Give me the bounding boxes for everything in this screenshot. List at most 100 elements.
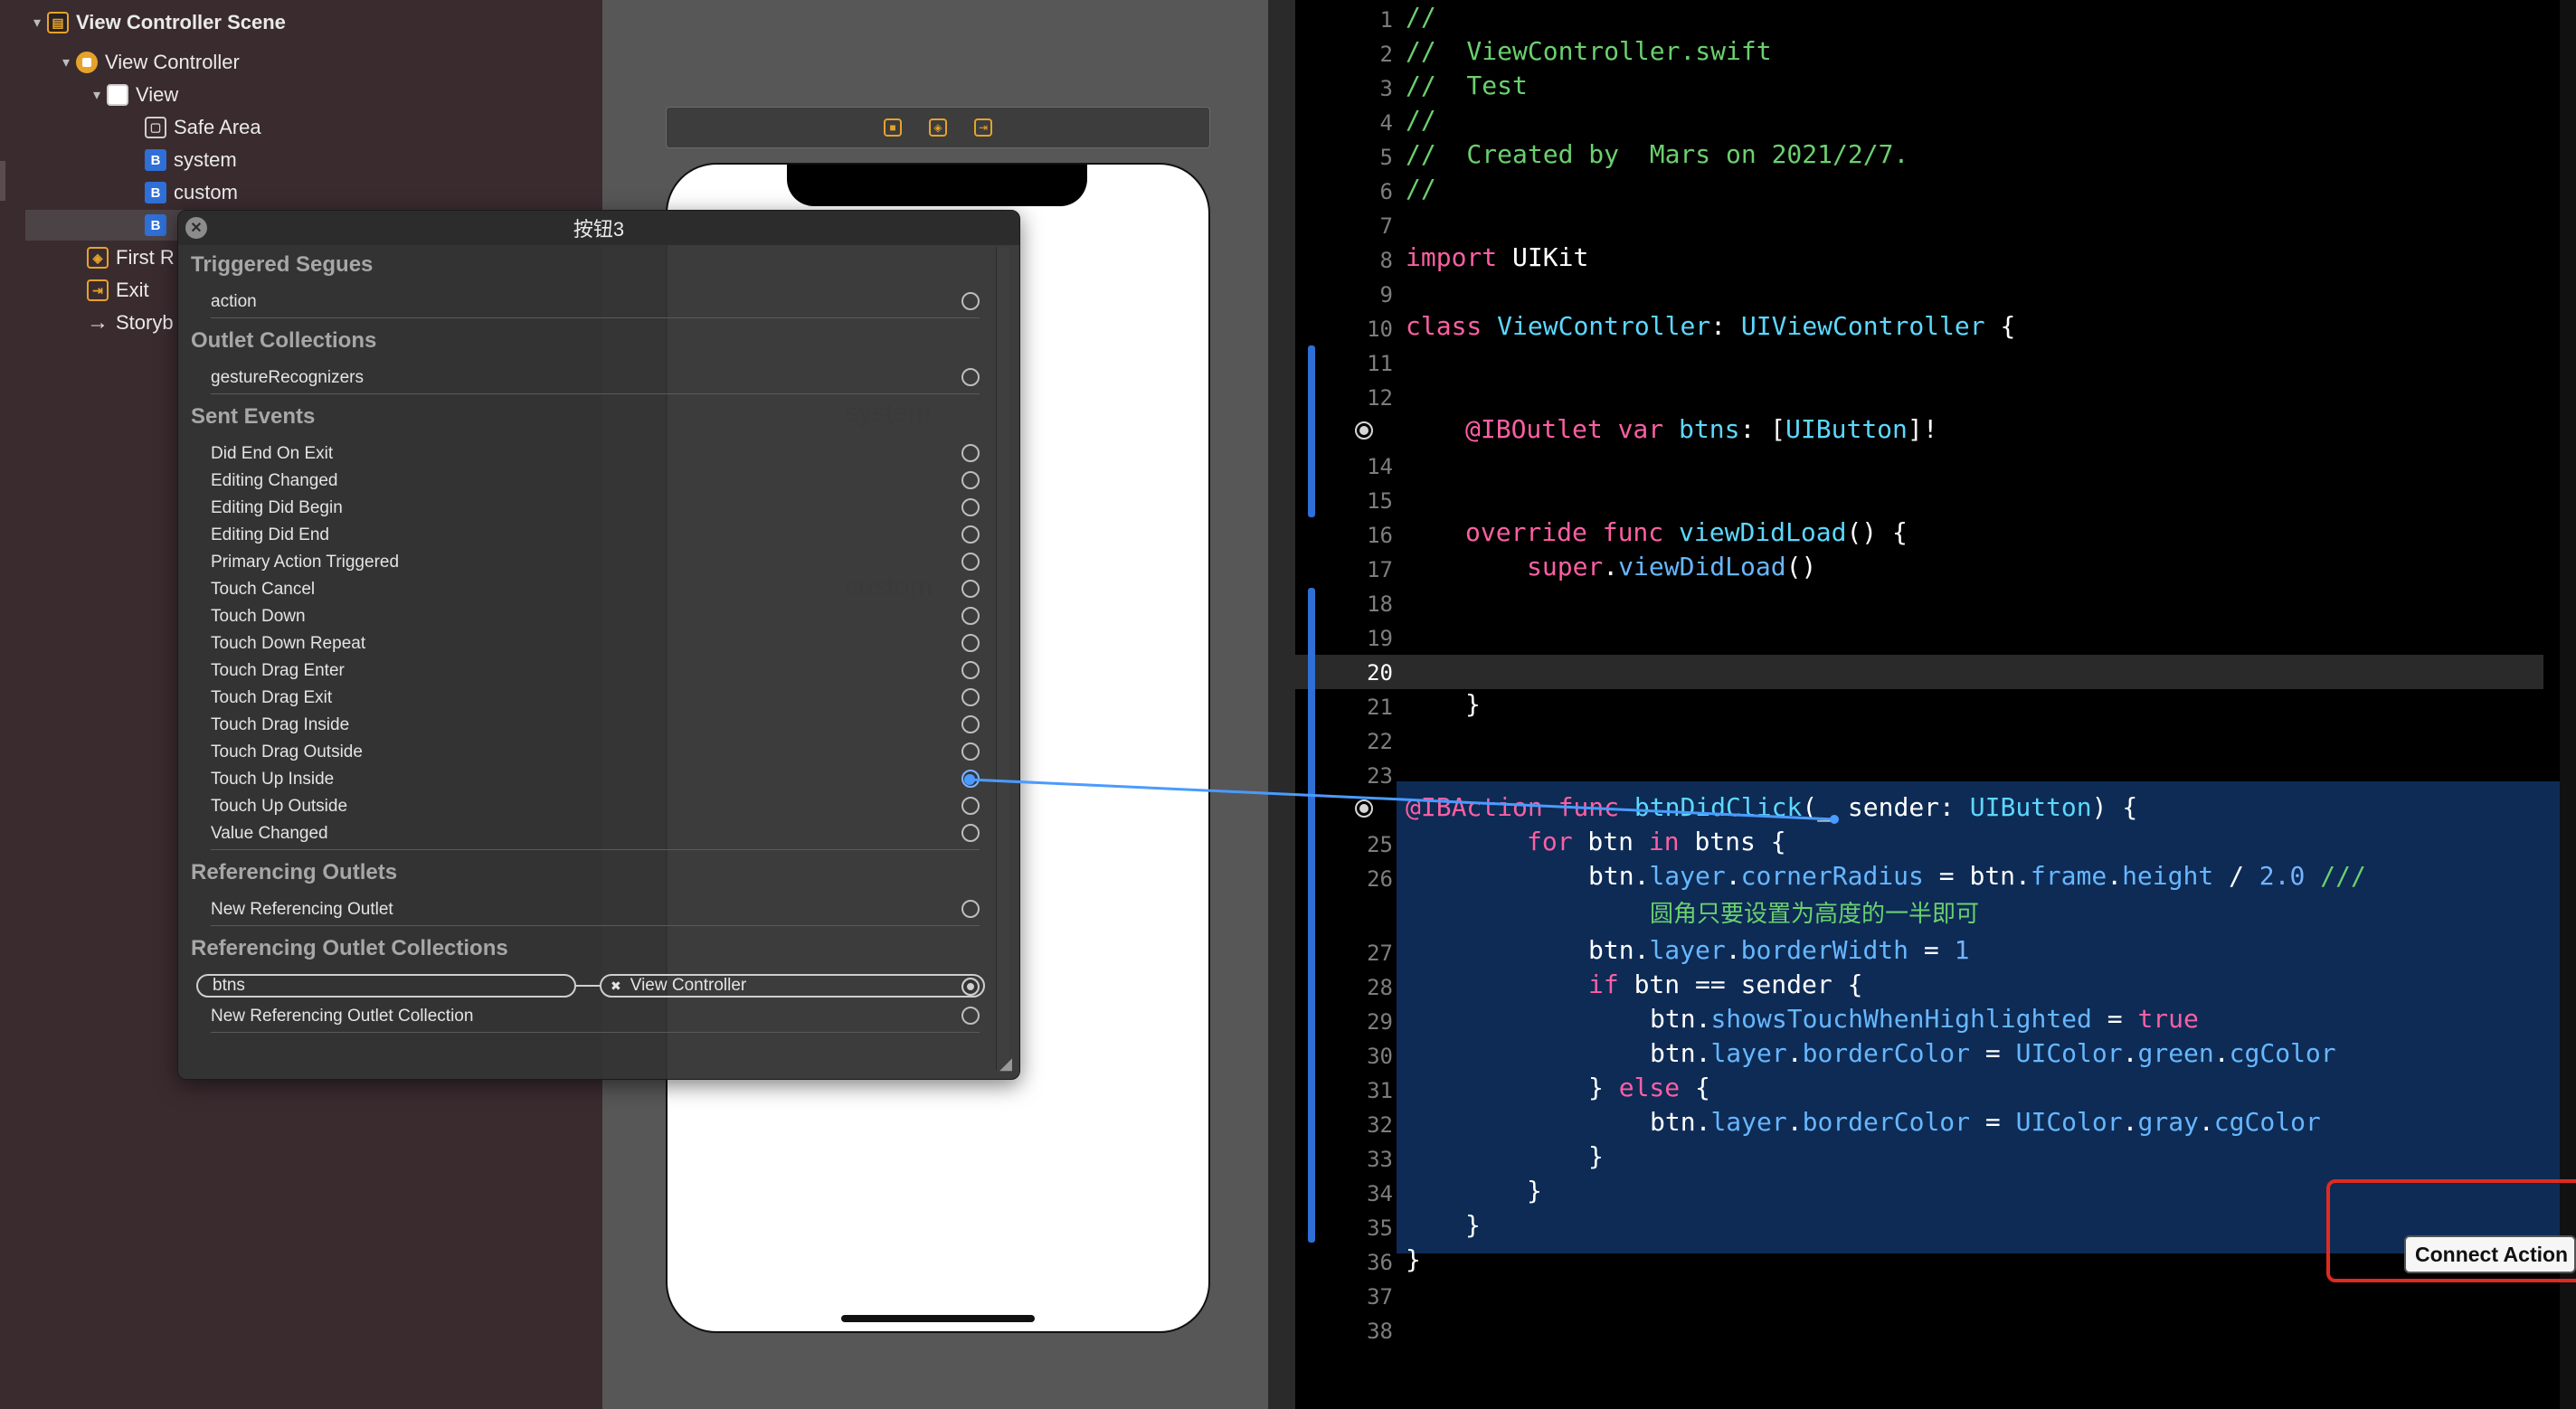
button-icon: B [145, 214, 166, 236]
connection-pill-btns[interactable]: btns [196, 974, 576, 998]
code-line-33[interactable]: } [1588, 1141, 1604, 1171]
new-referencing-collection-circle[interactable] [961, 1007, 980, 1025]
line-number: 16 [1367, 523, 1393, 548]
action-connected-dot-icon[interactable] [1355, 799, 1373, 818]
disconnect-icon[interactable]: ✖ [611, 979, 621, 994]
new-referencing-outlet-circle[interactable] [961, 900, 980, 918]
gesture-recognizers-circle[interactable] [961, 368, 980, 386]
popover-scrollbar[interactable] [996, 247, 1009, 1070]
member-token: green [2137, 1038, 2214, 1068]
segue-action-circle[interactable] [961, 292, 980, 310]
code-line-26-wrap[interactable]: 圆角只要设置为高度的一半即可 [1650, 895, 1979, 929]
code-line-13[interactable]: @IBOutlet var btns: [UIButton]! [1465, 414, 1938, 444]
comment-token: // [1406, 105, 1436, 135]
plain-token: () { [1846, 517, 1908, 547]
sent-event-circle[interactable] [961, 553, 980, 571]
code-line-32[interactable]: btn.layer.borderColor = UIColor.gray.cgC… [1650, 1107, 2321, 1137]
outlet-connected-dot-icon[interactable] [1355, 421, 1373, 440]
disclosure-open-icon[interactable]: ▾ [56, 53, 76, 71]
line-number: 19 [1367, 626, 1393, 651]
line-number: 7 [1379, 213, 1393, 239]
sent-event-circle[interactable] [961, 742, 980, 761]
code-line-26[interactable]: btn.layer.cornerRadius = btn.frame.heigh… [1588, 861, 2366, 891]
sent-event-circle[interactable] [961, 444, 980, 462]
view-controller-dock-icon[interactable]: ■ [884, 118, 902, 137]
divider [211, 849, 980, 850]
code-line-3[interactable]: // Test [1406, 71, 1528, 100]
sent-event-circle[interactable] [961, 607, 980, 625]
line-number: 1 [1379, 7, 1393, 33]
member-token: borderColor [1802, 1107, 1971, 1137]
code-line-2[interactable]: // ViewController.swift [1406, 36, 1772, 66]
plain-token: . [1725, 861, 1741, 891]
change-bar[interactable] [1308, 588, 1315, 1243]
code-line-34[interactable]: } [1527, 1176, 1542, 1206]
sent-event-circle[interactable] [961, 580, 980, 598]
code-line-21[interactable]: } [1465, 689, 1481, 719]
code-line-27[interactable]: btn.layer.borderWidth = 1 [1588, 935, 1969, 965]
code-line-8[interactable]: import UIKit [1406, 242, 1588, 272]
outline-row-first-responder[interactable]: ◈ First R [87, 242, 175, 273]
new-referencing-collection-label: New Referencing Outlet Collection [211, 1007, 474, 1026]
outline-row-storyboard-entry[interactable]: → Storyb [87, 307, 174, 338]
sent-event-circle[interactable] [961, 797, 980, 815]
code-line-31[interactable]: } else { [1588, 1073, 1710, 1102]
code-line-30[interactable]: btn.layer.borderColor = UIColor.green.cg… [1650, 1038, 2336, 1068]
plain-token: ]! [1907, 414, 1938, 444]
connection-pill-view-controller[interactable]: ✖ View Controller [600, 974, 985, 998]
outline-row-view-controller[interactable]: ▾ View Controller [56, 47, 240, 78]
first-responder-dock-icon[interactable]: ◈ [929, 118, 947, 137]
line-number: 15 [1367, 488, 1393, 514]
code-line-25[interactable]: for btn in btns { [1527, 827, 1786, 856]
scene-dock-bar[interactable]: ■ ◈ ⇥ [666, 107, 1210, 148]
outline-row-safe-area[interactable]: ▢ Safe Area [145, 112, 261, 143]
disclosure-open-icon[interactable]: ▾ [27, 14, 47, 32]
exit-dock-icon[interactable]: ⇥ [974, 118, 992, 137]
outline-row-exit[interactable]: ⇥ Exit [87, 275, 149, 306]
sent-event-circle[interactable] [961, 715, 980, 733]
line-number: 28 [1367, 975, 1393, 1000]
sent-event-circle[interactable] [961, 634, 980, 652]
disclosure-open-icon[interactable]: ▾ [87, 86, 107, 104]
code-line-17[interactable]: super.viewDidLoad() [1527, 552, 1816, 582]
outline-row-scene[interactable]: ▾ ▤ View Controller Scene [27, 7, 286, 38]
popover-title-bar[interactable]: 按钮3 [178, 211, 1019, 245]
sent-event-circle[interactable] [961, 498, 980, 516]
member-token: cgColor [2229, 1038, 2336, 1068]
member-token: borderWidth [1740, 935, 1909, 965]
code-line-28[interactable]: if btn == sender { [1588, 969, 1862, 999]
code-line-1[interactable]: // [1406, 2, 1436, 32]
connections-popover[interactable]: 按钮3 ✕ Triggered Segues action Outlet Col… [177, 210, 1020, 1080]
attribute-token: @IBOutlet [1465, 414, 1603, 444]
line-number: 35 [1367, 1215, 1393, 1241]
connection-target-label: View Controller [630, 976, 747, 995]
outline-row-button-custom[interactable]: B custom [145, 177, 238, 208]
outline-row-button-system[interactable]: B system [145, 145, 237, 175]
code-line-16[interactable]: override func viewDidLoad() { [1465, 517, 1908, 547]
button-icon: B [145, 182, 166, 203]
resize-grip-icon[interactable]: ◢ [999, 1054, 1012, 1073]
line-number: 21 [1367, 695, 1393, 720]
code-line-36[interactable]: } [1406, 1244, 1421, 1274]
sent-event-circle[interactable] [961, 824, 980, 842]
identifier-token: viewDidLoad [1663, 517, 1847, 547]
code-line-6[interactable]: // [1406, 174, 1436, 203]
line-number: 11 [1367, 351, 1393, 376]
code-line-35[interactable]: } [1465, 1210, 1481, 1240]
sent-event-circle[interactable] [961, 471, 980, 489]
split-divider[interactable] [1268, 0, 1295, 1409]
sent-event-circle[interactable] [961, 661, 980, 679]
line-number: 8 [1379, 248, 1393, 273]
code-line-24[interactable]: @IBAction func btnDidClick(_ sender: UIB… [1406, 792, 2137, 822]
sent-event-circle[interactable] [961, 688, 980, 706]
sent-event-circle[interactable] [961, 525, 980, 544]
code-line-10[interactable]: class ViewController: UIViewController { [1406, 311, 2015, 341]
code-line-4[interactable]: // [1406, 105, 1436, 135]
plain-token: } [1465, 1210, 1481, 1240]
code-line-29[interactable]: btn.showsTouchWhenHighlighted = true [1650, 1004, 2199, 1034]
sent-event-circle-dragging[interactable] [961, 770, 980, 788]
code-line-5[interactable]: // Created by Mars on 2021/2/7. [1406, 139, 1908, 169]
collection-connected-circle[interactable] [961, 978, 980, 996]
outline-row-view[interactable]: ▾ View [87, 80, 178, 110]
close-icon[interactable]: ✕ [185, 217, 207, 239]
